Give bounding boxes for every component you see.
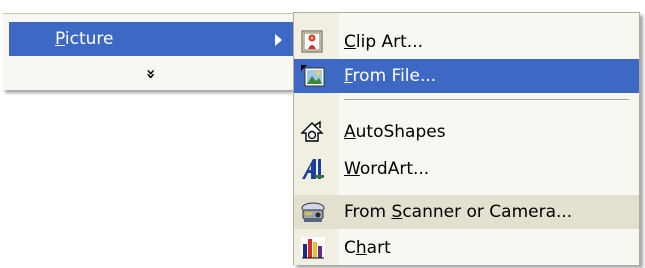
menu-item-from-scanner-or-camera[interactable]: From Scanner or Camera... [294, 195, 639, 229]
menu-item-from-scanner-or-camera-label: From Scanner or Camera... [344, 202, 573, 222]
autoshapes-icon [300, 120, 326, 144]
submenu-arrow-icon [275, 34, 282, 46]
from-file-icon [300, 64, 326, 88]
menu-item-wordart[interactable]: WordArt... [294, 152, 639, 186]
menu-item-chart-label: Chart [344, 238, 391, 258]
picture-submenu: Clip Art... From File... AutoShapes Word… [293, 12, 640, 265]
menu-item-clip-art-label: Clip Art... [344, 32, 424, 52]
menu-item-wordart-label: WordArt... [344, 159, 430, 179]
menu-item-clip-art[interactable]: Clip Art... [294, 25, 639, 59]
double-chevron-down-icon: » [142, 68, 161, 80]
clip-art-icon [300, 30, 326, 54]
menu-separator [344, 99, 629, 101]
menu-item-chart[interactable]: Chart [294, 231, 639, 265]
wordart-icon [300, 157, 326, 181]
chart-icon [300, 236, 326, 260]
menu-item-autoshapes[interactable]: AutoShapes [294, 115, 639, 149]
insert-menu: Picture » [3, 13, 293, 90]
scanner-camera-icon [300, 200, 326, 224]
expand-menu-button[interactable]: » [9, 60, 293, 88]
menu-item-picture-label: Picture [55, 29, 114, 49]
menu-item-picture[interactable]: Picture [9, 22, 293, 56]
menu-item-autoshapes-label: AutoShapes [344, 122, 446, 142]
menu-item-from-file-label: From File... [344, 66, 437, 86]
menu-item-from-file[interactable]: From File... [294, 59, 639, 93]
